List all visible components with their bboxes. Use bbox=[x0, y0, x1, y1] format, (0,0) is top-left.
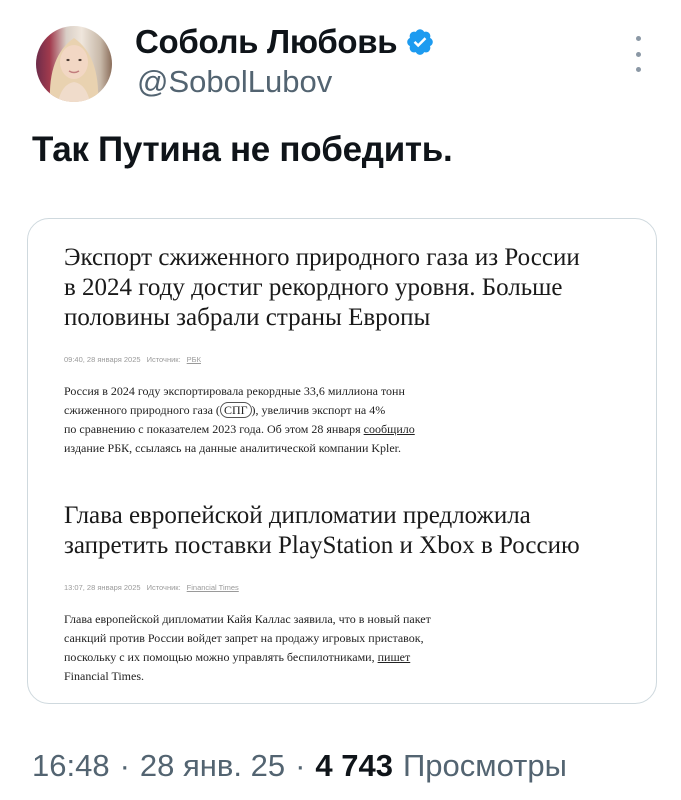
article-source: РБК bbox=[186, 355, 201, 364]
tweet-time[interactable]: 16:48 bbox=[32, 748, 110, 784]
news-article-2: Глава европейской дипломатии предложила … bbox=[64, 501, 632, 686]
more-options-icon[interactable] bbox=[633, 36, 643, 72]
separator-dot: · bbox=[119, 748, 130, 783]
body-link: сообщило bbox=[363, 422, 415, 436]
article-meta: 13:07, 28 января 2025 Источник: Financia… bbox=[64, 583, 632, 592]
article-body: Россия в 2024 году экспортировала рекорд… bbox=[64, 382, 632, 458]
article-body: Глава европейской дипломатии Кайя Каллас… bbox=[64, 610, 632, 686]
attached-image-card[interactable]: Экспорт сжиженного природного газа из Ро… bbox=[27, 218, 657, 704]
views-count: 4 743 bbox=[315, 748, 393, 783]
tweet-footer: 16:48 · 28 янв. 25 · 4 743 Просмотры bbox=[32, 748, 567, 784]
body-boxed-term: СПГ bbox=[219, 402, 252, 418]
verified-badge-icon bbox=[407, 29, 434, 55]
article-headline: Экспорт сжиженного природного газа из Ро… bbox=[64, 244, 580, 331]
profile-photo bbox=[49, 38, 99, 102]
article-source-label: Источник: bbox=[146, 355, 181, 364]
tweet-date[interactable]: 28 янв. 25 bbox=[140, 748, 285, 784]
body-text-part: Глава европейской дипломатии Кайя Каллас… bbox=[64, 612, 431, 664]
views-label[interactable]: Просмотры bbox=[403, 748, 567, 784]
article-source: Financial Times bbox=[186, 583, 239, 592]
article-time: 09:40, 28 января 2025 bbox=[64, 355, 141, 364]
avatar[interactable] bbox=[36, 26, 112, 102]
body-text-part: Financial Times. bbox=[64, 669, 145, 683]
author-name-row[interactable]: Соболь Любовь bbox=[135, 22, 435, 62]
article-source-label: Источник: bbox=[146, 583, 181, 592]
body-link: пишет bbox=[377, 650, 411, 664]
body-text-part: издание РБК, ссылаясь на данные аналитич… bbox=[64, 441, 402, 455]
more-dot bbox=[635, 67, 641, 72]
author-handle[interactable]: @SobolLubov bbox=[137, 64, 332, 100]
article-headline: Глава европейской дипломатии предложила … bbox=[64, 502, 580, 559]
separator-dot: · bbox=[295, 748, 306, 783]
display-name[interactable]: Соболь Любовь bbox=[135, 23, 398, 61]
more-dot bbox=[635, 36, 641, 41]
article-time: 13:07, 28 января 2025 bbox=[64, 583, 141, 592]
news-article-1: Экспорт сжиженного природного газа из Ро… bbox=[64, 243, 632, 458]
article-meta: 09:40, 28 января 2025 Источник: РБК bbox=[64, 355, 632, 364]
tweet-text: Так Путина не победить. bbox=[32, 130, 453, 169]
more-dot bbox=[635, 51, 641, 57]
